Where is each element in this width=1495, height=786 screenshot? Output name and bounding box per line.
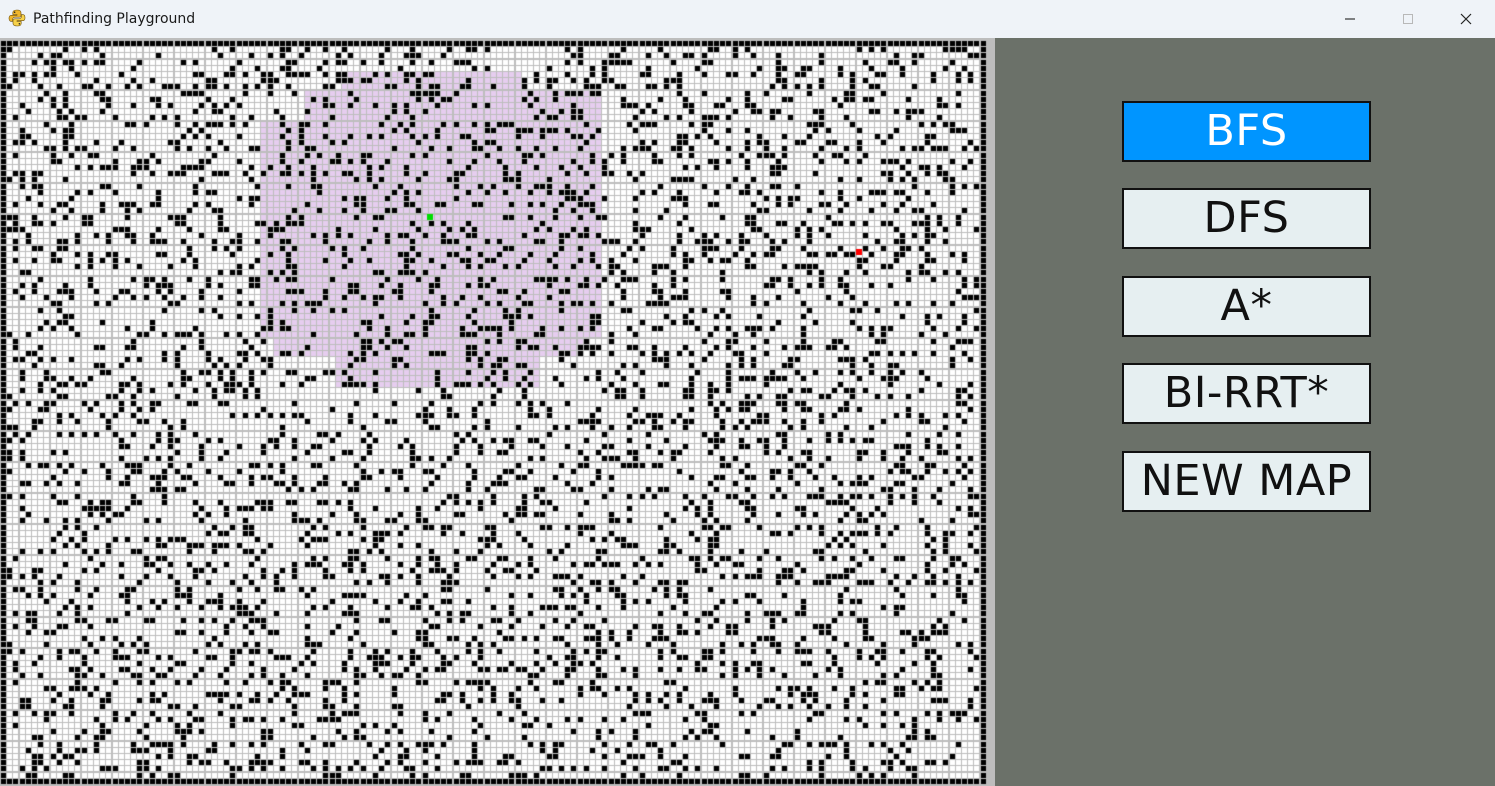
minimize-button[interactable]: [1321, 0, 1379, 38]
window-title: Pathfinding Playground: [33, 11, 196, 27]
close-icon: [1460, 13, 1472, 25]
bfs-button[interactable]: BFS: [1122, 101, 1371, 162]
close-button[interactable]: [1437, 0, 1495, 38]
maximize-button[interactable]: [1379, 0, 1437, 38]
a-star-button[interactable]: A*: [1122, 276, 1371, 337]
grid-canvas[interactable]: [0, 38, 995, 786]
minimize-icon: [1345, 18, 1355, 20]
pathfinding-grid[interactable]: [0, 38, 995, 786]
control-panel: BFS DFS A* BI-RRT* NEW MAP: [995, 38, 1495, 786]
bi-rrt-star-button[interactable]: BI-RRT*: [1122, 363, 1371, 424]
title-bar[interactable]: Pathfinding Playground: [0, 0, 1495, 38]
python-icon: [8, 9, 26, 27]
dfs-button[interactable]: DFS: [1122, 188, 1371, 249]
maximize-icon: [1403, 14, 1413, 24]
new-map-button[interactable]: NEW MAP: [1122, 451, 1371, 512]
